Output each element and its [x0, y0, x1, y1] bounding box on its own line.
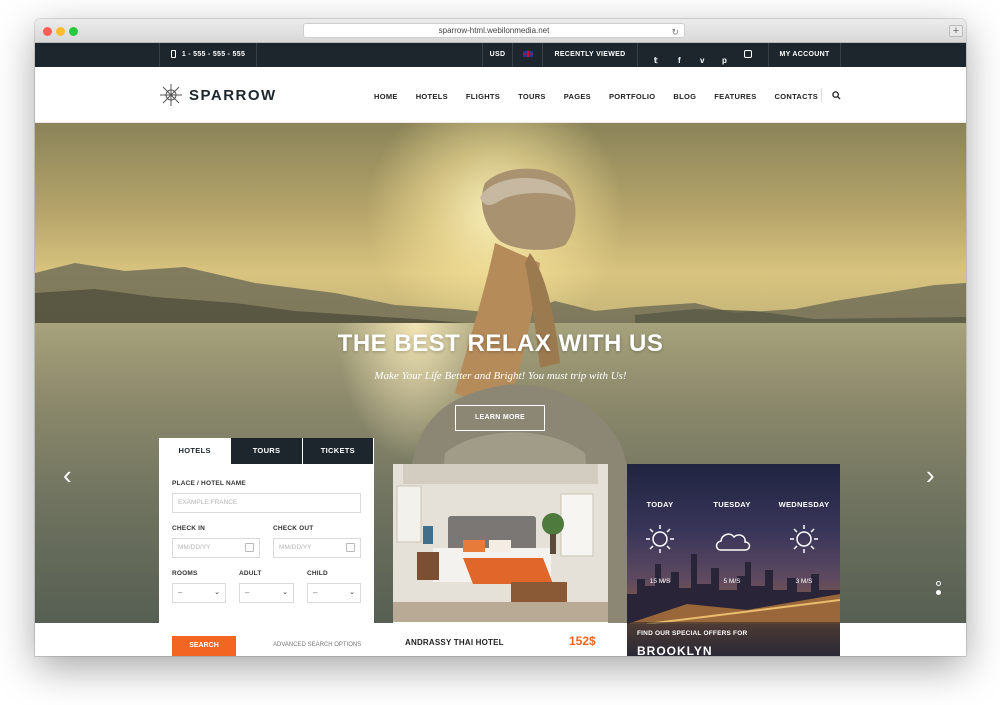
adult-select[interactable]: – ⌄	[239, 583, 294, 603]
place-input[interactable]: EXAMPLE:FRANCE	[172, 493, 361, 513]
weather-wind-today: 15 M/S	[649, 578, 671, 585]
weather-day-tuesday: TUESDAY	[713, 500, 751, 509]
hotel-name[interactable]: ANDRASSY THAI HOTEL	[405, 638, 504, 647]
menu-contacts[interactable]: CONTACTS	[775, 92, 819, 101]
menu-home[interactable]: HOME	[374, 92, 398, 101]
phone-cell: 1 - 555 - 555 - 555	[159, 43, 257, 67]
my-account-label: MY ACCOUNT	[779, 51, 830, 58]
hotel-image[interactable]	[393, 464, 608, 622]
weather-day-today: TODAY	[646, 500, 674, 509]
reload-icon[interactable]: ↻	[671, 25, 679, 39]
address-bar[interactable]: sparrow-html.webilonmedia.net ↻	[303, 23, 685, 38]
checkout-input[interactable]: MM/DD/YY	[273, 538, 361, 558]
offer-city: BROOKLYN	[637, 644, 713, 656]
adult-value: –	[245, 588, 250, 597]
menu-hotels[interactable]: HOTELS	[416, 92, 448, 101]
checkin-placeholder: MM/DD/YY	[178, 544, 211, 551]
checkout-label: CHECK OUT	[273, 525, 314, 532]
search-tabs: HOTELS TOURS TICKETS	[159, 438, 374, 464]
checkout-placeholder: MM/DD/YY	[279, 544, 312, 551]
sun-icon	[790, 525, 818, 553]
next-slide-arrow-icon[interactable]: ›	[926, 462, 935, 488]
maximize-dot[interactable]	[69, 27, 78, 36]
logo-icon[interactable]	[159, 83, 183, 107]
hotel-card[interactable]: ANDRASSY THAI HOTEL 152$	[393, 464, 608, 656]
menu-features[interactable]: FEATURES	[714, 92, 756, 101]
recently-viewed-label: RECENTLY VIEWED	[554, 51, 626, 58]
chevron-down-icon: ⌄	[214, 589, 220, 596]
new-tab-button[interactable]: +	[949, 25, 963, 37]
tab-tickets[interactable]: TICKETS	[302, 438, 374, 464]
menu-flights[interactable]: FLIGHTS	[466, 92, 500, 101]
menu-blog[interactable]: BLOG	[673, 92, 696, 101]
weather-day-wednesday: WEDNESDAY	[778, 500, 830, 509]
chevron-down-icon: ⌄	[282, 589, 288, 596]
menu: HOME HOTELS FLIGHTS TOURS PAGES PORTFOLI…	[374, 92, 836, 101]
prev-slide-arrow-icon[interactable]: ‹	[63, 462, 72, 488]
tab-hotels[interactable]: HOTELS	[159, 438, 231, 464]
nav-divider	[821, 88, 822, 102]
url-text: sparrow-html.webilonmedia.net	[438, 26, 550, 35]
child-select[interactable]: – ⌄	[307, 583, 361, 603]
rooms-label: ROOMS	[172, 570, 198, 577]
recently-viewed-link[interactable]: RECENTLY VIEWED	[542, 43, 637, 67]
menu-portfolio[interactable]: PORTFOLIO	[609, 92, 655, 101]
my-account-link[interactable]: MY ACCOUNT	[768, 43, 841, 67]
language-selector[interactable]	[512, 43, 542, 67]
chevron-down-icon: ⌄	[349, 589, 355, 596]
slider-dot-active[interactable]	[936, 590, 941, 595]
checkin-input[interactable]: MM/DD/YY	[172, 538, 260, 558]
calendar-icon[interactable]	[245, 543, 254, 552]
calendar-icon[interactable]	[346, 543, 355, 552]
hero-subtitle: Make Your Life Better and Bright! You mu…	[374, 370, 627, 382]
phone-number: 1 - 555 - 555 - 555	[181, 51, 246, 58]
rooms-value: –	[178, 588, 183, 597]
adult-label: ADULT	[239, 570, 262, 577]
menu-pages[interactable]: PAGES	[564, 92, 591, 101]
weather-wind-tuesday: 5 M/S	[723, 578, 741, 585]
phone-icon	[170, 50, 176, 59]
hero-title: THE BEST RELAX WITH US	[337, 330, 664, 357]
uk-flag-icon	[522, 51, 533, 58]
search-panel: HOTELS TOURS TICKETS PLACE / HOTEL NAME …	[159, 438, 374, 656]
top-bar: 1 - 555 - 555 - 555 USD RECENTLY VIEWED …	[35, 43, 966, 67]
minimize-dot[interactable]	[56, 27, 65, 36]
slider-pagination	[936, 581, 942, 599]
menu-tours[interactable]: TOURS	[518, 92, 546, 101]
main-nav: SPARROW HOME HOTELS FLIGHTS TOURS PAGES …	[35, 67, 966, 123]
search-icon[interactable]	[832, 91, 841, 100]
weather-card: TODAY TUESDAY WEDNESDAY 15 M/S 5 M/S 3 M…	[627, 464, 840, 656]
cloudy-sun-icon	[715, 533, 751, 551]
offer-line: FIND OUR SPECIAL OFFERS FOR	[637, 630, 748, 637]
place-label: PLACE / HOTEL NAME	[172, 480, 246, 487]
special-offer-banner[interactable]: FIND OUR SPECIAL OFFERS FOR BROOKLYN	[627, 622, 840, 656]
checkin-label: CHECK IN	[172, 525, 206, 532]
social-links: 𝕥 f v p	[637, 43, 768, 67]
slider-dot[interactable]	[936, 581, 941, 586]
currency-label: USD	[489, 51, 506, 58]
advanced-search-link[interactable]: ADVANCED SEARCH OPTIONS	[273, 642, 361, 648]
browser-chrome: sparrow-html.webilonmedia.net ↻ +	[35, 19, 966, 43]
child-label: CHILD	[307, 570, 328, 577]
search-button[interactable]: SEARCH	[172, 636, 236, 656]
bedroom-photo	[393, 464, 608, 622]
brand-name[interactable]: SPARROW	[189, 87, 277, 104]
sun-icon	[646, 525, 674, 553]
browser-window: sparrow-html.webilonmedia.net ↻ + 1 - 55…	[35, 19, 966, 656]
hotel-price: 152$	[569, 634, 596, 648]
close-dot[interactable]	[43, 27, 52, 36]
rooms-select[interactable]: – ⌄	[172, 583, 226, 603]
weather-wind-wednesday: 3 M/S	[795, 578, 813, 585]
instagram-icon[interactable]	[744, 50, 752, 58]
learn-more-button[interactable]: LEARN MORE	[455, 405, 545, 431]
tab-tours[interactable]: TOURS	[231, 438, 302, 464]
child-value: –	[313, 588, 318, 597]
currency-selector[interactable]: USD	[482, 43, 512, 67]
